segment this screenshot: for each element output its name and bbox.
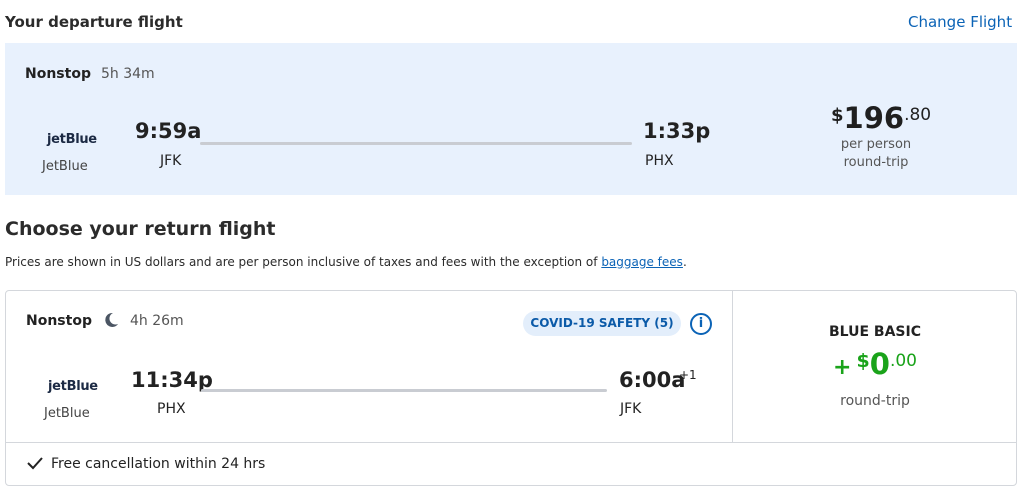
fare-round-trip: round-trip: [840, 393, 910, 409]
checkmark-icon: [26, 455, 44, 471]
return-title: Choose your return flight: [5, 218, 276, 240]
price-per-person: per person: [840, 137, 912, 152]
price-disclaimer: Prices are shown in US dollars and are p…: [5, 255, 687, 269]
departure-arrive-code: PHX: [645, 153, 674, 169]
departure-duration: 5h 34m: [101, 66, 155, 82]
change-flight-link[interactable]: Change Flight: [908, 13, 1012, 31]
price-round-trip: round-trip: [843, 155, 909, 170]
jetblue-logo: jetBlue: [47, 132, 97, 147]
fare-cents: .00: [889, 351, 917, 371]
free-cancellation: Free cancellation within 24 hrs: [51, 456, 266, 472]
price-whole: 196: [843, 101, 905, 135]
departure-arrive-time: 1:33p: [643, 119, 711, 143]
jetblue-logo: jetBlue: [48, 379, 98, 394]
departure-title: Your departure flight: [5, 13, 183, 31]
fare-name: BLUE BASIC: [829, 324, 921, 340]
departure-airline: JetBlue: [42, 159, 88, 174]
departure-depart-code: JFK: [160, 153, 182, 169]
departure-stops: Nonstop: [25, 66, 91, 82]
departure-price: $196.80: [831, 101, 931, 135]
return-depart-code: PHX: [157, 401, 186, 417]
price-cents: .80: [904, 105, 932, 125]
plus-icon: +: [833, 355, 852, 380]
card-divider-horizontal: [5, 442, 1017, 443]
return-arrive-code: JFK: [620, 401, 642, 417]
covid-safety-badge[interactable]: COVID-19 SAFETY (5): [523, 311, 681, 336]
fare-price[interactable]: + $0.00: [733, 347, 1017, 381]
return-duration: 4h 26m: [130, 313, 184, 329]
return-airline: JetBlue: [44, 406, 90, 421]
day-offset: +1: [679, 368, 697, 382]
info-icon[interactable]: i: [690, 313, 712, 335]
departure-route-line: [200, 142, 632, 145]
departure-depart-time: 9:59a: [135, 119, 202, 143]
return-route-line: [201, 389, 607, 392]
return-stops: Nonstop: [26, 313, 92, 329]
fare-currency: $: [856, 350, 870, 372]
baggage-fees-link[interactable]: baggage fees: [601, 255, 683, 269]
fare-whole: 0: [869, 347, 890, 381]
return-arrive-time: 6:00a: [619, 368, 686, 392]
moon-icon: [103, 311, 120, 329]
price-currency: $: [831, 105, 844, 126]
